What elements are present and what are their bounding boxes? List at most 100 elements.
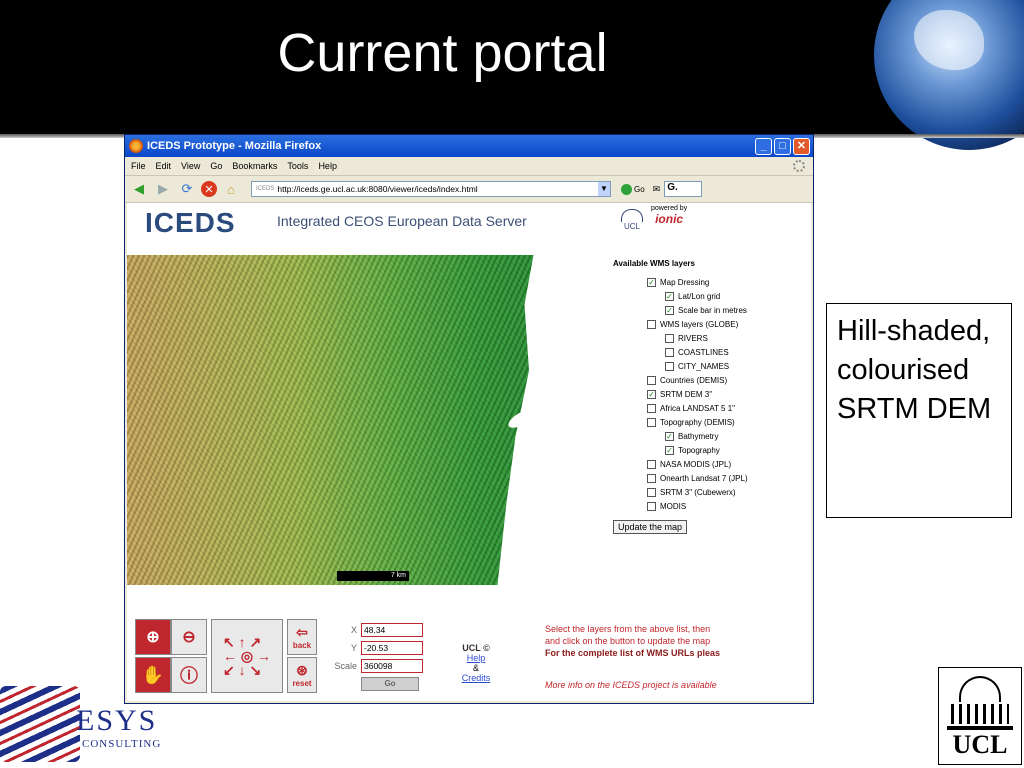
esys-mark-icon [0, 686, 80, 762]
layer-item[interactable]: ✓ Lat/Lon grid [665, 292, 803, 302]
layer-item[interactable]: ✓ Topography [665, 446, 803, 456]
ampersand: & [472, 663, 479, 673]
menu-bookmarks[interactable]: Bookmarks [232, 161, 277, 171]
menu-edit[interactable]: Edit [156, 161, 172, 171]
search-input[interactable]: G. [664, 181, 703, 197]
layer-item[interactable]: Topography (DEMIS) [647, 418, 803, 428]
layer-label: Onearth Landsat 7 (JPL) [660, 474, 748, 483]
layer-checkbox[interactable]: ✓ [647, 278, 656, 287]
layers-header: Available WMS layers [613, 259, 695, 268]
coords-go-button[interactable]: Go [361, 677, 419, 691]
navigation-toolbar: ◀ ▶ ⟳ ✕ ⌂ ICEDS http://iceds.ge.ucl.ac.u… [125, 176, 813, 203]
browser-window: ICEDS Prototype - Mozilla Firefox _ □ ✕ … [124, 134, 814, 704]
layer-item[interactable]: RIVERS [665, 334, 803, 344]
home-icon[interactable]: ⌂ [221, 179, 241, 199]
ucl-dome-icon [959, 676, 1001, 702]
url-dropdown-icon[interactable]: ▼ [598, 182, 610, 196]
back-arrow-icon: ⇦ [296, 624, 308, 640]
minimize-button[interactable]: _ [755, 137, 772, 155]
layer-item[interactable]: Africa LANDSAT 5 1" [647, 404, 803, 414]
close-button[interactable]: ✕ [793, 137, 810, 155]
y-label: Y [350, 643, 357, 653]
layer-checkbox[interactable]: ✓ [665, 432, 674, 441]
menu-help[interactable]: Help [318, 161, 337, 171]
layer-item[interactable]: COASTLINES [665, 348, 803, 358]
map-sea [497, 255, 583, 585]
layer-item[interactable]: WMS layers (GLOBE) [647, 320, 803, 330]
window-titlebar[interactable]: ICEDS Prototype - Mozilla Firefox _ □ ✕ [125, 135, 813, 157]
map-view[interactable]: 7 km [127, 255, 583, 585]
coordinate-panel: X Y Scale Go [325, 623, 423, 691]
pan-arrows-icon[interactable]: ↖ ↑ ↗ ← ◎ → ↙ ↓ ↘ [211, 619, 283, 693]
layer-item[interactable]: ✓ SRTM DEM 3" [647, 390, 803, 400]
layer-item[interactable]: ✓ Bathymetry [665, 432, 803, 442]
maximize-button[interactable]: □ [774, 137, 791, 155]
layer-item[interactable]: NASA MODIS (JPL) [647, 460, 803, 470]
layer-checkbox[interactable] [665, 334, 674, 343]
layer-checkbox[interactable] [647, 474, 656, 483]
esys-consulting: CONSULTING [82, 738, 162, 750]
layer-item[interactable]: SRTM 3" (Cubewerx) [647, 488, 803, 498]
layer-checkbox[interactable]: ✓ [665, 292, 674, 301]
layers-panel: Available WMS layers ✓ Map Dressing ✓ Lat/L… [613, 259, 803, 534]
url-text: http://iceds.ge.ucl.ac.uk:8080/viewer/ic… [277, 184, 478, 194]
menu-tools[interactable]: Tools [287, 161, 308, 171]
layer-checkbox[interactable] [647, 460, 656, 469]
scale-label: Scale [334, 661, 357, 671]
layer-label: Lat/Lon grid [678, 292, 721, 301]
layer-checkbox[interactable] [647, 502, 656, 511]
globe-image [874, 0, 1024, 150]
layer-checkbox[interactable] [647, 418, 656, 427]
back-arrow-icon[interactable]: ◀ [129, 179, 149, 199]
ucl-copyright: UCL © [462, 643, 490, 653]
info-line-3[interactable]: For the complete list of WMS URLs pleas [545, 647, 809, 659]
layer-item[interactable]: Countries (DEMIS) [647, 376, 803, 386]
callout-box: Hill-shaded, colourised SRTM DEM [826, 303, 1012, 518]
forward-arrow-icon[interactable]: ▶ [153, 179, 173, 199]
zoom-in-icon[interactable]: ⊕ [135, 619, 171, 655]
back-label: back [292, 641, 312, 650]
layer-item[interactable]: ✓ Scale bar in metres [665, 306, 803, 316]
ucl-logo: UCL [938, 667, 1022, 765]
back-button[interactable]: ⇦ back [287, 619, 317, 655]
menu-go[interactable]: Go [210, 161, 222, 171]
layer-checkbox[interactable]: ✓ [665, 446, 674, 455]
layer-label: Topography (DEMIS) [660, 418, 735, 427]
iceds-subtitle: Integrated CEOS European Data Server [277, 213, 527, 229]
layer-checkbox[interactable] [647, 320, 656, 329]
search-engine-icon[interactable]: ✉ [653, 184, 661, 195]
layer-item[interactable]: Onearth Landsat 7 (JPL) [647, 474, 803, 484]
y-coordinate-input[interactable] [361, 641, 423, 655]
scale-input[interactable] [361, 659, 423, 673]
layer-checkbox[interactable] [665, 362, 674, 371]
layer-label: RIVERS [678, 334, 708, 343]
update-map-button[interactable]: Update the map [613, 520, 688, 534]
info-text: Select the layers from the above list, t… [545, 623, 809, 691]
credits-link[interactable]: Credits [453, 673, 499, 683]
layer-label: Scale bar in metres [678, 306, 747, 315]
layer-item[interactable]: CITY_NAMES [665, 362, 803, 372]
layer-checkbox[interactable]: ✓ [647, 390, 656, 399]
layer-checkbox[interactable] [647, 404, 656, 413]
window-title: ICEDS Prototype - Mozilla Firefox [147, 140, 322, 152]
info-line-4[interactable]: More info on the ICEDS project is availa… [545, 679, 809, 691]
help-link[interactable]: Help [453, 653, 499, 663]
info-icon[interactable]: ⓘ [171, 657, 207, 693]
layer-label: COASTLINES [678, 348, 729, 357]
url-input[interactable]: ICEDS http://iceds.ge.ucl.ac.uk:8080/vie… [251, 181, 611, 197]
layer-checkbox[interactable] [647, 488, 656, 497]
ionic-logo: powered by ionic [651, 205, 688, 226]
reload-icon[interactable]: ⟳ [177, 179, 197, 199]
menu-view[interactable]: View [181, 161, 200, 171]
go-button[interactable]: Go [621, 183, 645, 195]
stop-icon[interactable]: ✕ [201, 181, 217, 197]
x-coordinate-input[interactable] [361, 623, 423, 637]
layer-checkbox[interactable]: ✓ [665, 306, 674, 315]
layer-item[interactable]: MODIS [647, 502, 803, 512]
zoom-out-icon[interactable]: ⊖ [171, 619, 207, 655]
menu-file[interactable]: File [131, 161, 146, 171]
layer-checkbox[interactable] [665, 348, 674, 357]
layer-item[interactable]: ✓ Map Dressing [647, 278, 803, 288]
reset-button[interactable]: ⊛ reset [287, 657, 317, 693]
layer-checkbox[interactable] [647, 376, 656, 385]
